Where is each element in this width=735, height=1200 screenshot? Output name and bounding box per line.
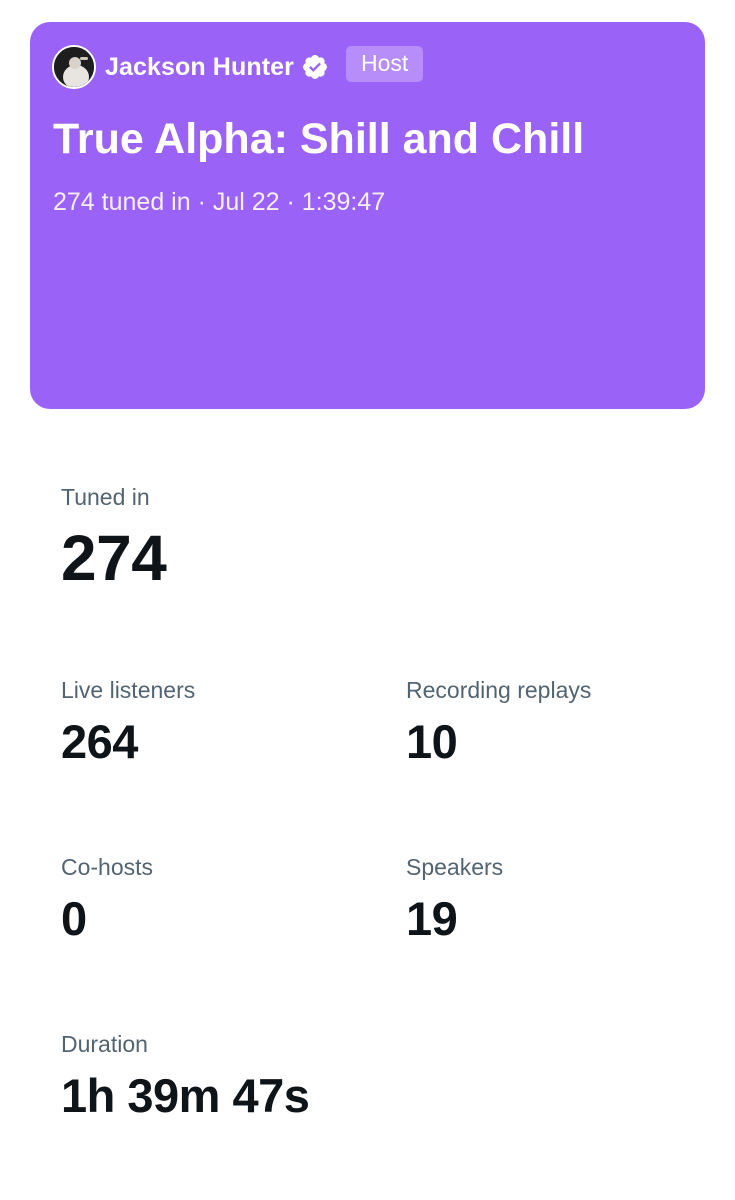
space-card[interactable]: Jackson Hunter Host True Alpha: Shill an… [30, 22, 705, 409]
host-row: Jackson Hunter Host [52, 44, 424, 90]
stat-label: Recording replays [406, 677, 592, 703]
stat-label: Co-hosts [61, 854, 154, 880]
host-name[interactable]: Jackson Hunter [105, 53, 294, 82]
stat-label: Speakers [406, 854, 504, 880]
stat-co-hosts: Co-hosts 0 [61, 854, 153, 946]
stat-value: 10 [406, 715, 458, 768]
stat-speakers: Speakers 19 [406, 854, 503, 946]
stat-value: 274 [61, 522, 167, 594]
avatar[interactable] [52, 45, 96, 89]
host-badge: Host [345, 46, 424, 82]
stat-live-listeners: Live listeners 264 [61, 677, 195, 769]
stat-label: Duration [61, 1031, 148, 1057]
space-title: True Alpha: Shill and Chill [53, 115, 585, 163]
verified-badge-icon [301, 53, 329, 81]
stat-value: 264 [61, 715, 138, 768]
stat-value: 1h 39m 47s [61, 1069, 310, 1122]
stat-recording-replays: Recording replays 10 [406, 677, 591, 769]
stat-value: 19 [406, 892, 458, 945]
stat-tuned-in: Tuned in 274 [61, 484, 167, 595]
stat-label: Tuned in [61, 484, 150, 510]
stat-label: Live listeners [61, 677, 196, 703]
space-meta: 274 tuned in · Jul 22 · 1:39:47 [53, 188, 386, 216]
stat-duration: Duration 1h 39m 47s [61, 1031, 310, 1123]
stat-value: 0 [61, 892, 87, 945]
